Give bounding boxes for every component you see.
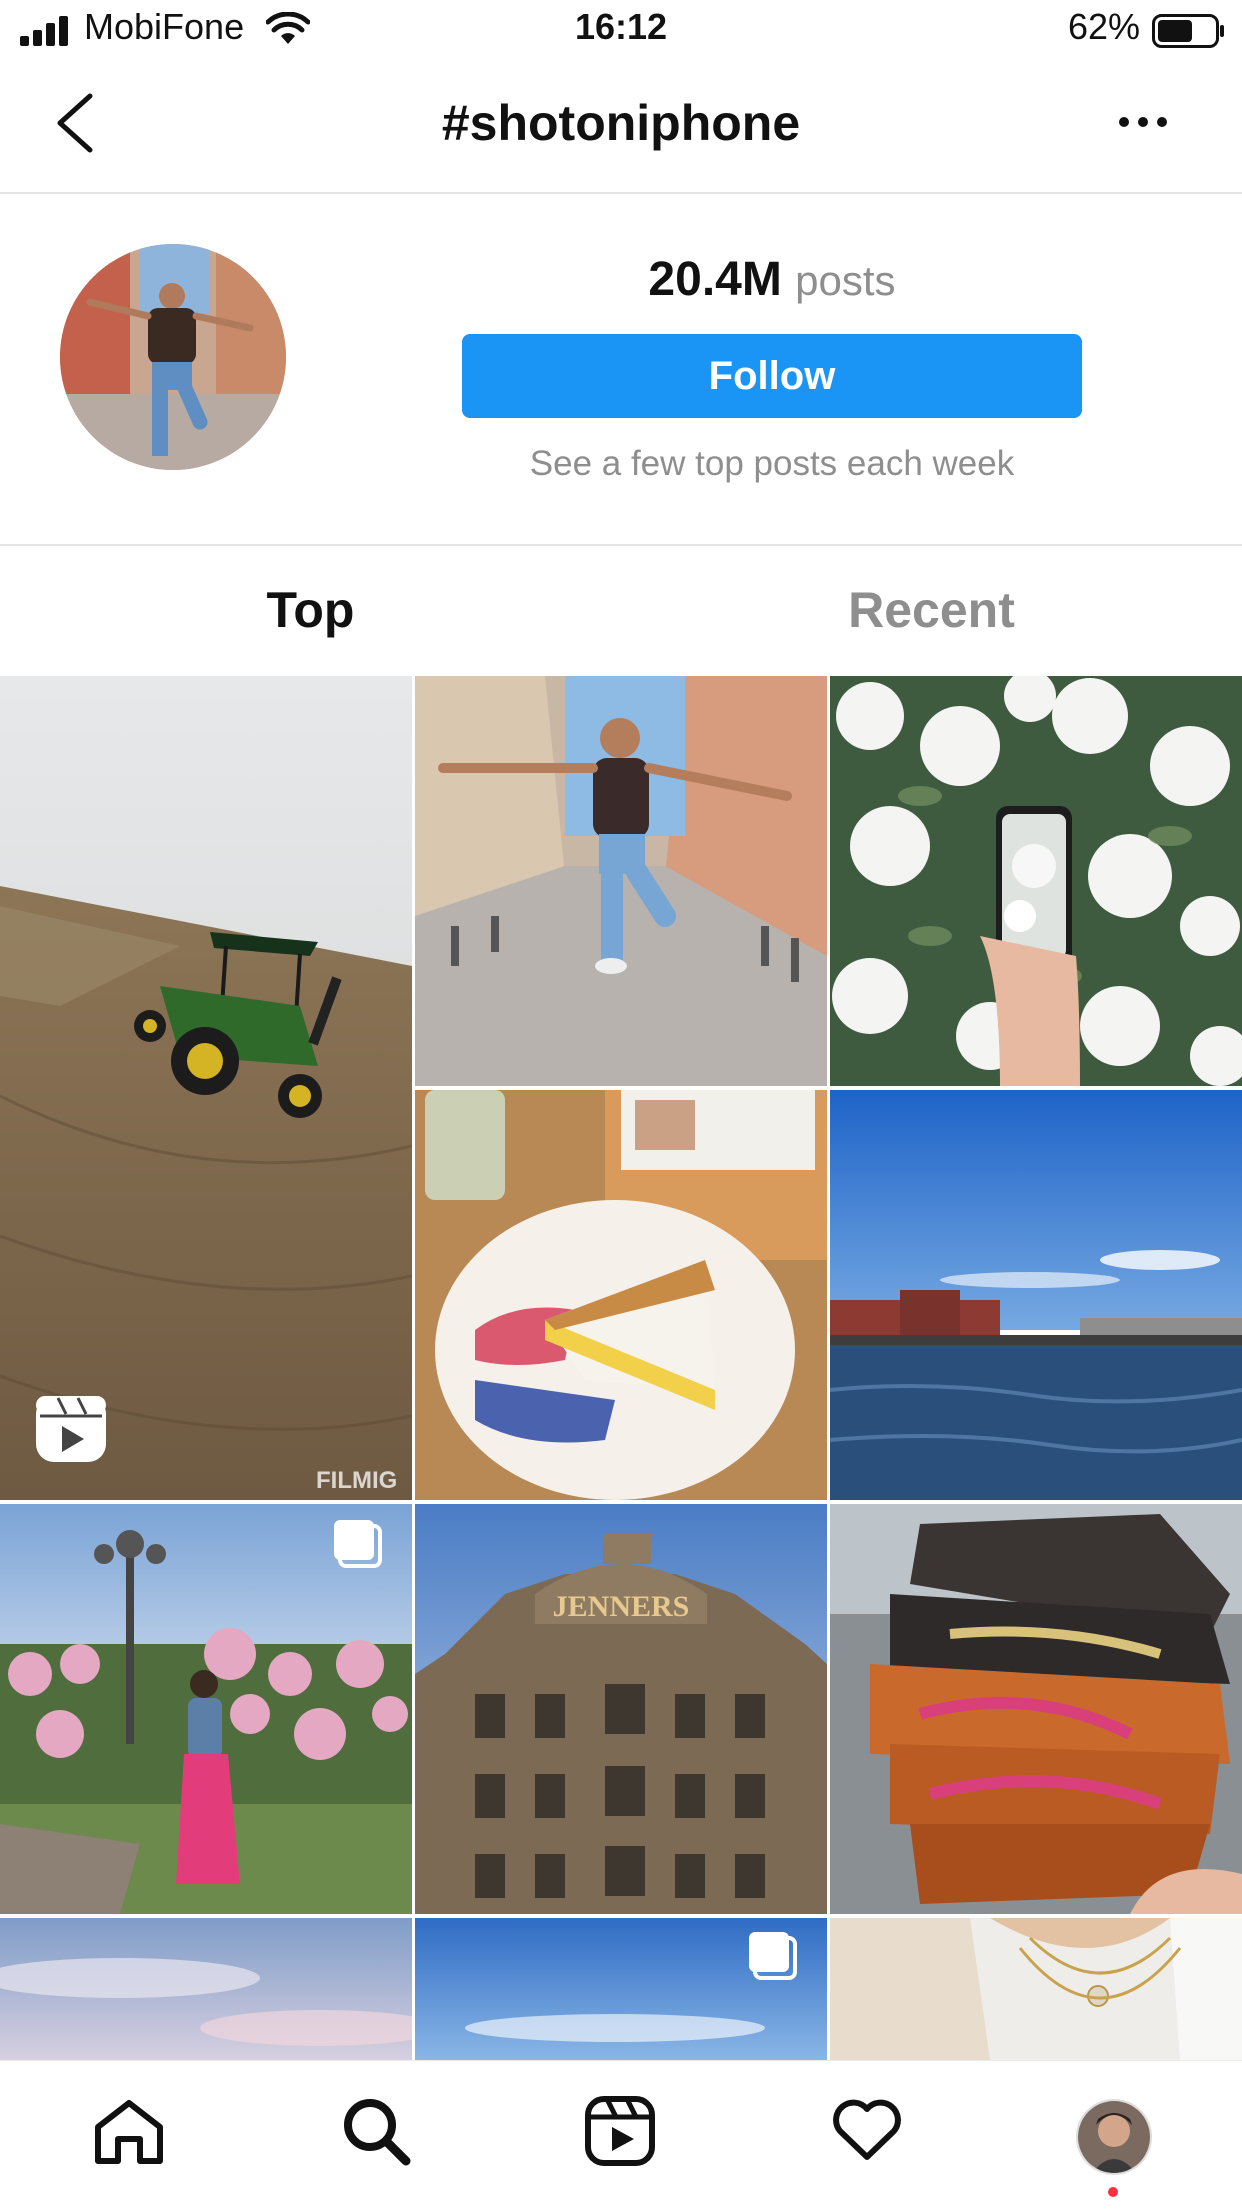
tab-top[interactable]: Top — [0, 548, 621, 672]
header-divider — [0, 544, 1242, 546]
grid-post-street[interactable] — [415, 676, 827, 1086]
grid-post-blue-sky[interactable] — [415, 1918, 827, 2060]
grid-post-building[interactable]: JENNERS — [415, 1504, 827, 1914]
follow-button[interactable]: Follow — [462, 334, 1082, 418]
more-dots-icon[interactable] — [1118, 114, 1168, 130]
profile-avatar[interactable] — [1076, 2099, 1152, 2175]
status-bar: MobiFone 16:12 62% — [0, 0, 1242, 64]
heart-icon[interactable] — [830, 2097, 904, 2163]
hashtag-avatar[interactable] — [60, 244, 286, 470]
post-count: 20.4M posts — [462, 252, 1082, 307]
search-icon[interactable] — [340, 2095, 412, 2167]
grid-post-pie[interactable] — [415, 1090, 827, 1500]
notification-dot — [1108, 2187, 1118, 2197]
watermark-text: FILMIG — [316, 1467, 397, 1494]
grid-post-roses[interactable] — [0, 1504, 412, 1914]
home-icon[interactable] — [92, 2097, 166, 2167]
reels-icon[interactable] — [584, 2095, 656, 2167]
grid-post-necklace[interactable] — [830, 1918, 1242, 2060]
post-count-value: 20.4M — [648, 253, 782, 306]
reels-icon — [36, 1396, 106, 1462]
post-count-unit: posts — [795, 257, 896, 304]
building-sign-text: JENNERS — [553, 1590, 690, 1623]
clock: 16:12 — [574, 6, 668, 47]
nav-bar: #shotoniphone — [0, 64, 1242, 194]
battery-icon — [1152, 14, 1224, 48]
grid-post-harbour[interactable] — [830, 1090, 1242, 1500]
bottom-tab-bar — [0, 2060, 1242, 2209]
follow-subtitle: See a few top posts each week — [529, 444, 1015, 483]
battery-percent: 62% — [1067, 6, 1140, 47]
grid-post-tractor[interactable]: FILMIG — [0, 676, 412, 1500]
tab-recent[interactable]: Recent — [621, 548, 1242, 672]
grid-post-tacos[interactable] — [830, 1504, 1242, 1914]
grid-post-flowers[interactable] — [830, 676, 1242, 1086]
page-title: #shotoniphone — [441, 95, 801, 151]
grid-post-sky[interactable] — [0, 1918, 412, 2060]
